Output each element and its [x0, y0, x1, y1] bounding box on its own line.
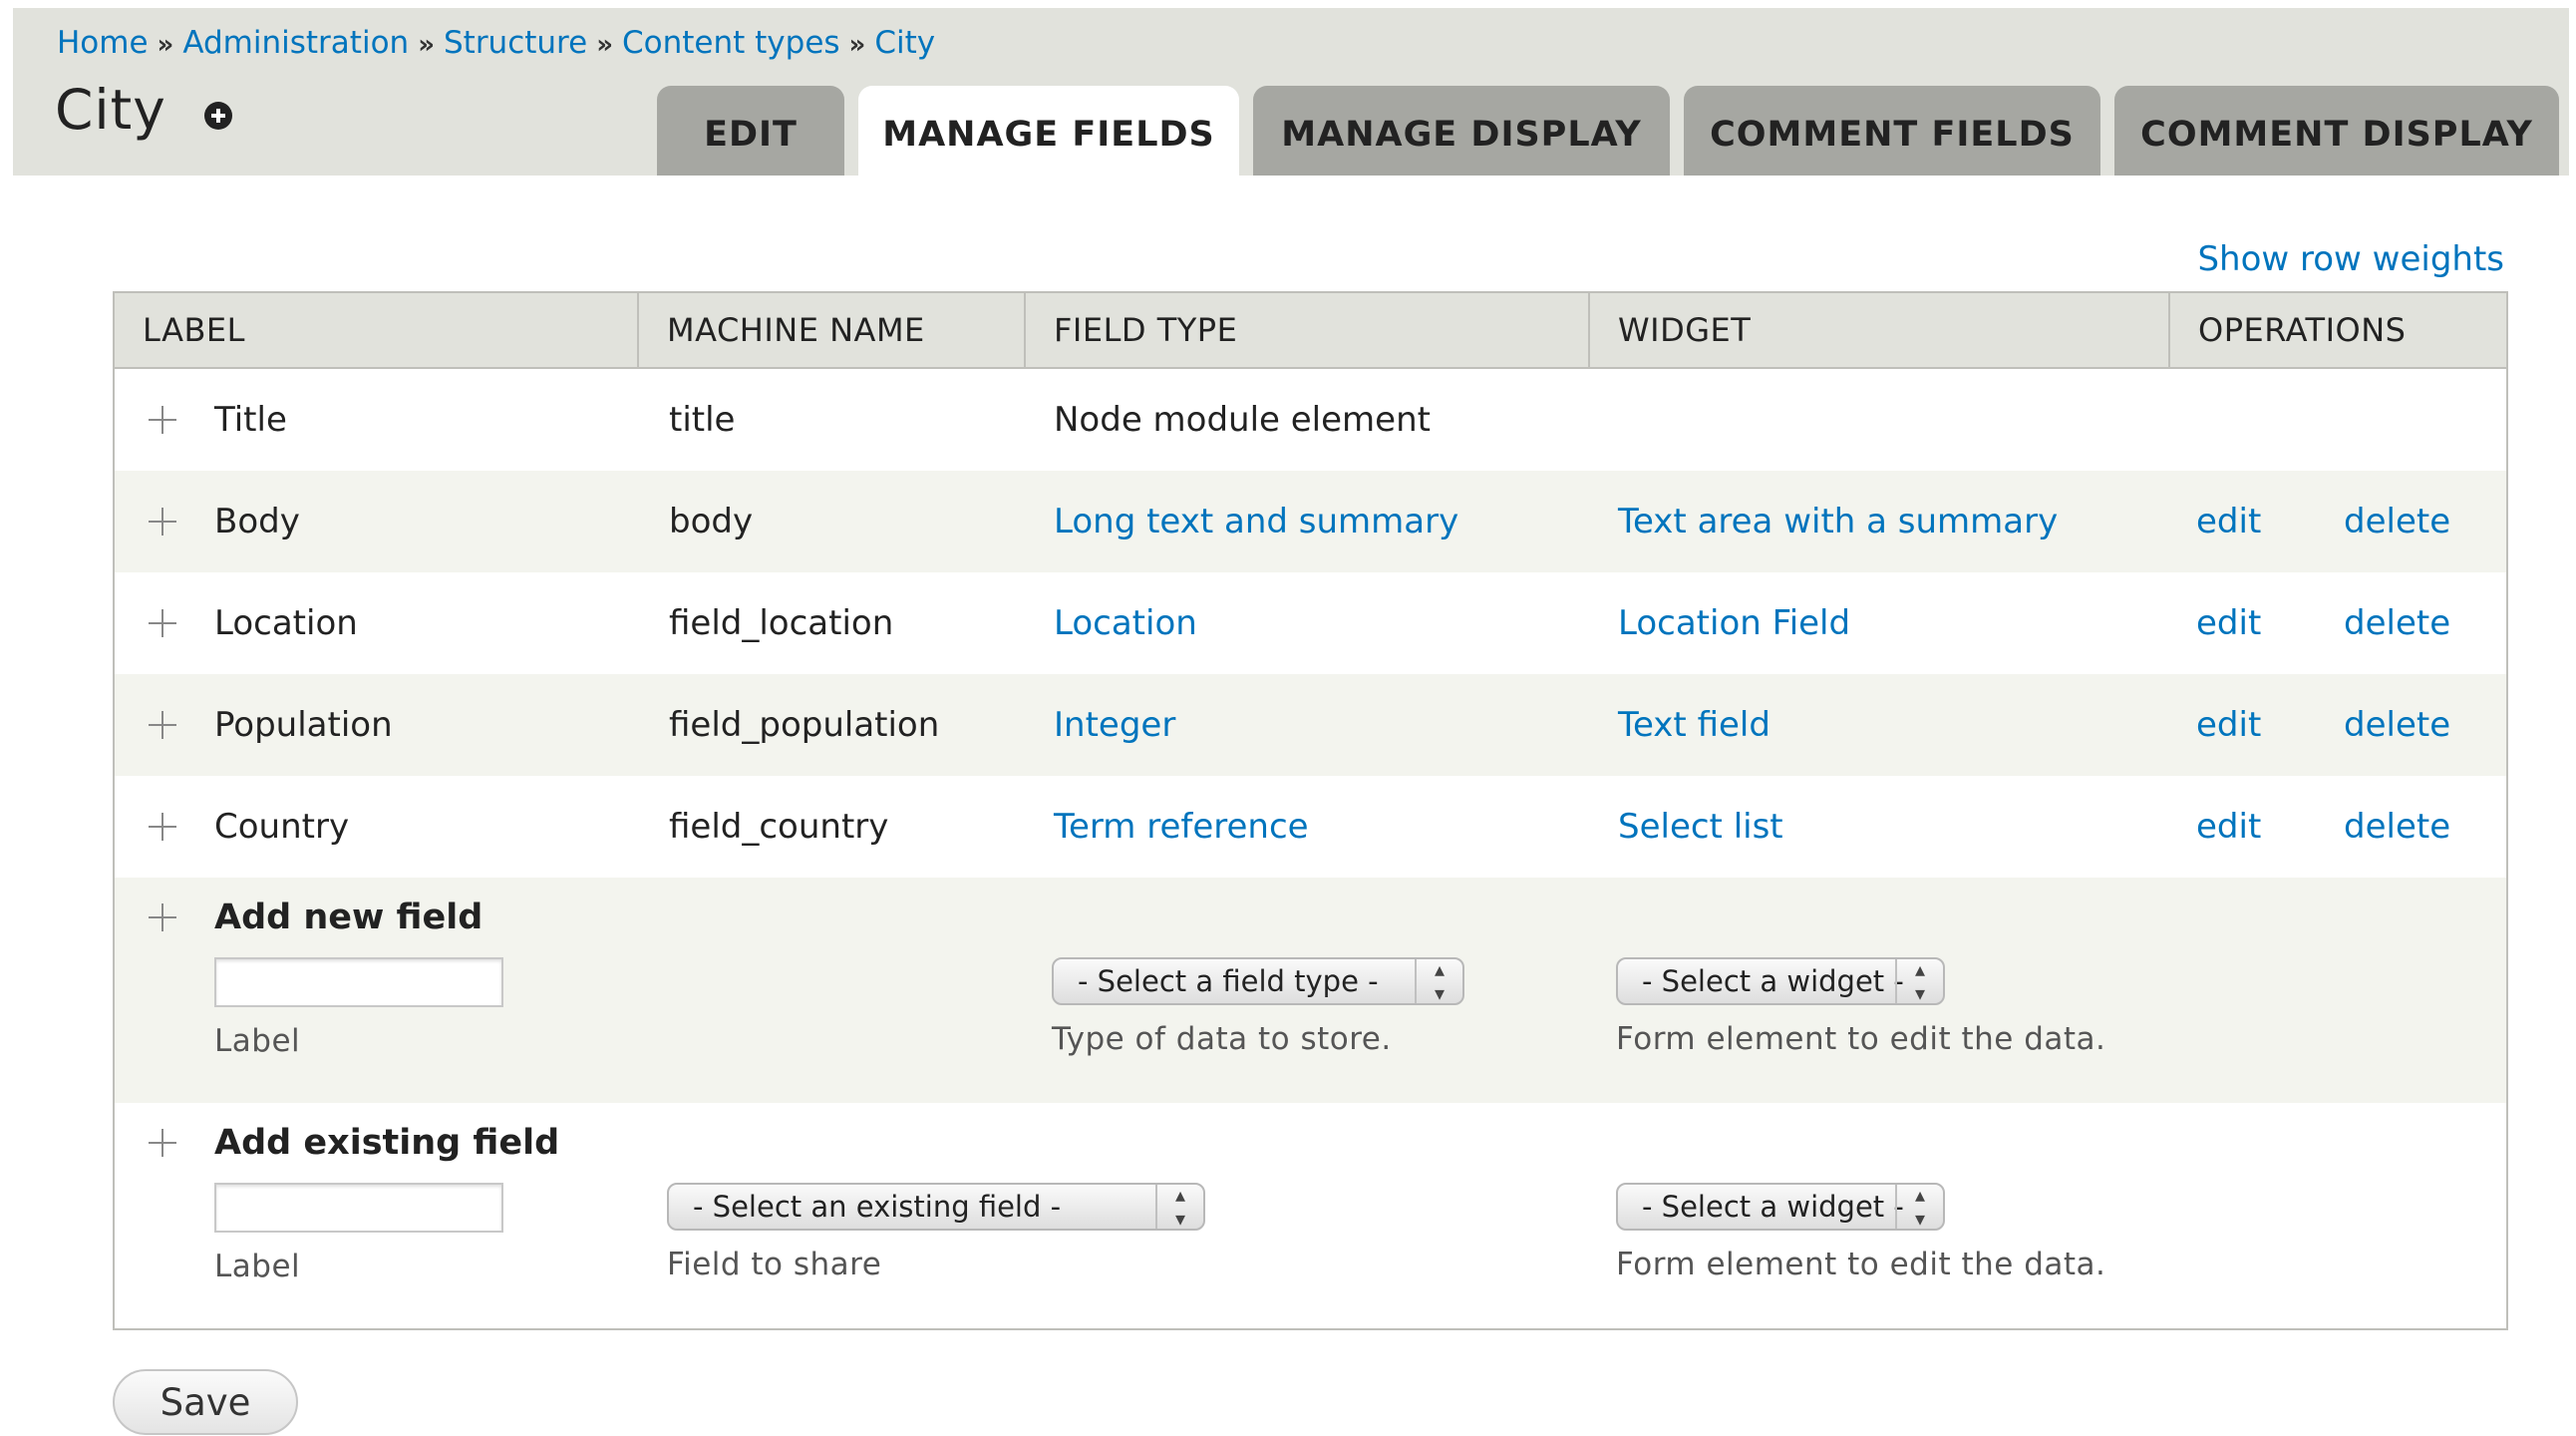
breadcrumb-administration[interactable]: Administration	[182, 25, 409, 61]
breadcrumb-separator: »	[418, 30, 435, 60]
select-arrows-icon: ▴ ▾	[1415, 957, 1462, 1005]
field-type-select[interactable]: - Select a field type - ▴ ▾	[1052, 957, 1464, 1005]
breadcrumb-content-types[interactable]: Content types	[622, 25, 840, 61]
tab-manage-display[interactable]: MANAGE DISPLAY	[1253, 86, 1670, 176]
tab-comment-fields[interactable]: COMMENT FIELDS	[1684, 86, 2100, 176]
drag-handle-icon[interactable]	[145, 1125, 180, 1161]
breadcrumb-separator: »	[848, 30, 866, 60]
select-arrows-icon: ▴ ▾	[1895, 1183, 1943, 1231]
field-type-link[interactable]: Location	[1054, 603, 1197, 643]
edit-link[interactable]: edit	[2196, 705, 2344, 745]
new-field-label-input[interactable]	[214, 957, 503, 1007]
breadcrumb: Home » Administration » Structure » Content ty…	[57, 25, 935, 61]
delete-link[interactable]: delete	[2344, 603, 2450, 643]
row-operations: edit delete	[2170, 471, 2506, 572]
row-machine-name: body	[669, 502, 754, 541]
delete-link[interactable]: delete	[2344, 807, 2450, 847]
select-arrows-icon: ▴ ▾	[1895, 957, 1943, 1005]
row-label: Population	[214, 705, 393, 745]
show-row-weights-link[interactable]: Show row weights	[2197, 239, 2504, 279]
breadcrumb-separator: »	[596, 30, 613, 60]
table-row: Location field_location Location Locatio…	[115, 572, 2506, 674]
drag-handle-icon[interactable]	[145, 899, 180, 935]
field-type-link[interactable]: Long text and summary	[1054, 502, 1458, 541]
tab-edit[interactable]: EDIT	[657, 86, 844, 176]
breadcrumb-city[interactable]: City	[874, 25, 935, 61]
widget-link[interactable]: Text area with a summary	[1618, 502, 2058, 541]
edit-link[interactable]: edit	[2196, 603, 2344, 643]
drag-handle-icon[interactable]	[145, 605, 180, 641]
row-label: Title	[214, 400, 287, 440]
select-arrows-icon: ▴ ▾	[1155, 1183, 1203, 1231]
new-field-widget-select[interactable]: - Select a widget - ▴ ▾	[1616, 957, 1945, 1005]
row-operations: edit delete	[2170, 776, 2506, 878]
tab-comment-display[interactable]: COMMENT DISPLAY	[2114, 86, 2559, 176]
column-header-field-type: FIELD TYPE	[1026, 293, 1590, 367]
widget-description: Form element to edit the data.	[1616, 1247, 2106, 1282]
existing-field-select-value: - Select an existing field -	[693, 1190, 1062, 1224]
row-machine-name: title	[669, 400, 736, 440]
delete-link[interactable]: delete	[2344, 705, 2450, 745]
breadcrumb-separator: »	[157, 30, 174, 60]
column-header-machine-name: MACHINE NAME	[639, 293, 1026, 367]
field-type-select-value: - Select a field type -	[1078, 964, 1379, 998]
field-type-link[interactable]: Integer	[1054, 705, 1175, 745]
table-header: LABEL MACHINE NAME FIELD TYPE WIDGET OPE…	[115, 293, 2506, 369]
table-row: Body body Long text and summary Text are…	[115, 471, 2506, 572]
table-row: Population field_population Integer Text…	[115, 674, 2506, 776]
column-header-operations: OPERATIONS	[2198, 311, 2407, 349]
page-title: City	[55, 78, 166, 142]
row-machine-name: field_population	[669, 705, 940, 745]
existing-field-description: Field to share	[667, 1247, 882, 1282]
new-field-label-description: Label	[214, 1023, 301, 1059]
drag-handle-icon[interactable]	[145, 809, 180, 845]
drag-handle-icon[interactable]	[145, 402, 180, 438]
row-widget	[1590, 369, 2170, 471]
add-existing-field-row: Add existing field Label - Select an exi…	[115, 1103, 2506, 1328]
drag-handle-icon[interactable]	[145, 707, 180, 743]
add-existing-field-heading: Add existing field	[214, 1123, 560, 1163]
row-operations: edit delete	[2170, 572, 2506, 674]
column-header-label: LABEL	[115, 293, 639, 367]
delete-link[interactable]: delete	[2344, 502, 2450, 541]
tab-manage-fields[interactable]: MANAGE FIELDS	[858, 86, 1239, 176]
table-row: Title title Node module element	[115, 369, 2506, 471]
existing-field-widget-select[interactable]: - Select a widget - ▴ ▾	[1616, 1183, 1945, 1231]
existing-field-label-input[interactable]	[214, 1183, 503, 1233]
widget-select-value: - Select a widget -	[1642, 964, 1904, 998]
widget-link[interactable]: Select list	[1618, 807, 1783, 847]
row-operations: edit delete	[2170, 674, 2506, 776]
row-machine-name: field_location	[669, 603, 894, 643]
edit-link[interactable]: edit	[2196, 807, 2344, 847]
drag-handle-icon[interactable]	[145, 504, 180, 539]
row-label: Location	[214, 603, 358, 643]
row-label: Country	[214, 807, 350, 847]
table-row: Country field_country Term reference Sel…	[115, 776, 2506, 878]
field-type-link[interactable]: Term reference	[1054, 807, 1309, 847]
edit-link[interactable]: edit	[2196, 502, 2344, 541]
fields-table: LABEL MACHINE NAME FIELD TYPE WIDGET OPE…	[113, 291, 2508, 1330]
breadcrumb-structure[interactable]: Structure	[444, 25, 587, 61]
row-label: Body	[214, 502, 300, 541]
widget-link[interactable]: Text field	[1618, 705, 1771, 745]
page-title-wrap: City	[55, 78, 232, 142]
widget-description: Form element to edit the data.	[1616, 1021, 2106, 1057]
add-new-field-heading: Add new field	[214, 898, 483, 937]
widget-select-value: - Select a widget -	[1642, 1190, 1904, 1224]
existing-field-select[interactable]: - Select an existing field - ▴ ▾	[667, 1183, 1205, 1231]
row-operations	[2170, 369, 2506, 471]
add-shortcut-icon[interactable]	[203, 102, 232, 130]
add-new-field-row: Add new field Label - Select a field typ…	[115, 878, 2506, 1103]
breadcrumb-home[interactable]: Home	[57, 25, 149, 61]
row-field-type: Node module element	[1054, 400, 1431, 440]
save-button[interactable]: Save	[113, 1369, 298, 1435]
widget-link[interactable]: Location Field	[1618, 603, 1850, 643]
row-machine-name: field_country	[669, 807, 889, 847]
column-header-widget: WIDGET	[1590, 293, 2170, 367]
existing-field-label-description: Label	[214, 1249, 301, 1284]
field-type-description: Type of data to store.	[1052, 1021, 1392, 1057]
